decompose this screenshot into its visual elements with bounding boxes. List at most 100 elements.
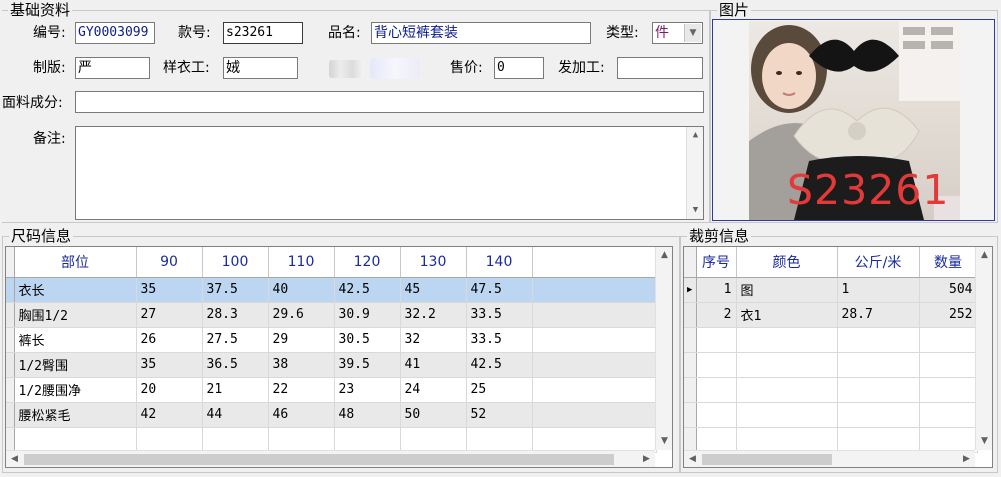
table-cell[interactable]: 46 [268, 402, 335, 428]
table-cell[interactable]: 48 [334, 402, 401, 428]
table-cell-empty[interactable] [696, 327, 737, 353]
table-row[interactable]: 1/2臀围 35 36.5 38 39.5 41 42.5 [6, 352, 657, 378]
table-cell-empty[interactable] [202, 427, 269, 453]
table-cell[interactable]: 32.2 [400, 302, 467, 328]
table-cell[interactable]: 1/2臀围 [14, 352, 137, 378]
table-row[interactable]: 裤长 26 27.5 29 30.5 32 33.5 [6, 327, 657, 353]
table-row[interactable]: 1/2腰围净 20 21 22 23 24 25 [6, 377, 657, 403]
table-cell-empty[interactable] [736, 377, 838, 403]
table-cell[interactable]: 28.7 [837, 302, 920, 328]
table-cell[interactable]: 20 [136, 377, 203, 403]
scroll-right-icon[interactable]: ▶ [958, 451, 975, 467]
cut-col-weight[interactable]: 公斤/米 [837, 247, 920, 278]
table-cell[interactable]: 24 [400, 377, 467, 403]
table-row[interactable]: 2 衣1 28.7 252 [684, 302, 978, 328]
table-cell-empty[interactable] [532, 352, 657, 378]
table-cell-empty[interactable] [532, 277, 657, 303]
table-row[interactable]: 衣长 35 37.5 40 42.5 45 47.5 [6, 277, 657, 303]
table-row-empty[interactable] [684, 377, 978, 403]
table-cell[interactable]: 28.3 [202, 302, 269, 328]
fabric-field[interactable] [75, 91, 704, 113]
table-cell-empty[interactable] [736, 352, 838, 378]
table-cell-empty[interactable] [736, 327, 838, 353]
table-cell[interactable]: 42.5 [334, 277, 401, 303]
redacted-field[interactable] [370, 58, 420, 79]
table-cell[interactable]: 21 [202, 377, 269, 403]
table-cell-empty[interactable] [696, 402, 737, 428]
cut-grid-vscroll[interactable]: ▲ ▼ [975, 247, 992, 450]
size-col-130[interactable]: 130 [400, 247, 467, 278]
table-cell[interactable]: 26 [136, 327, 203, 353]
table-cell-empty[interactable] [532, 327, 657, 353]
cut-col-color[interactable]: 颜色 [736, 247, 838, 278]
table-cell-empty[interactable] [919, 327, 978, 353]
style-no-field[interactable]: s23261 [223, 22, 303, 44]
table-cell-empty[interactable] [14, 427, 137, 453]
table-cell[interactable]: 36.5 [202, 352, 269, 378]
table-cell-empty[interactable] [837, 377, 920, 403]
picture-frame[interactable]: S23261 [712, 19, 995, 221]
hscroll-thumb[interactable] [24, 454, 614, 465]
table-cell-empty[interactable] [532, 402, 657, 428]
table-cell-empty[interactable] [466, 427, 533, 453]
size-col-110[interactable]: 110 [268, 247, 335, 278]
pattern-field[interactable]: 严 [75, 57, 150, 79]
scroll-down-icon[interactable]: ▼ [656, 433, 672, 450]
remark-textarea[interactable]: ▲ ▼ [75, 126, 704, 220]
table-cell-empty[interactable] [532, 377, 657, 403]
table-cell-empty[interactable] [837, 402, 920, 428]
table-cell-empty[interactable] [736, 427, 838, 453]
hscroll-thumb[interactable] [702, 454, 832, 465]
table-row-empty[interactable] [684, 402, 978, 428]
table-cell[interactable]: 1/2腰围净 [14, 377, 137, 403]
table-cell[interactable]: 42 [136, 402, 203, 428]
table-cell-empty[interactable] [696, 427, 737, 453]
table-cell-empty[interactable] [334, 427, 401, 453]
table-cell[interactable]: 252 [919, 302, 978, 328]
size-grid[interactable]: 部位 90 100 110 120 130 140 衣长 35 37.5 40 … [5, 246, 673, 468]
cut-grid[interactable]: 序号 颜色 公斤/米 数量 ▶ 1 图 1 504 2 衣1 28.7 252 [683, 246, 993, 468]
scroll-up-icon[interactable]: ▲ [656, 247, 672, 264]
table-cell[interactable]: 1 [837, 277, 920, 303]
table-cell[interactable]: 29 [268, 327, 335, 353]
scroll-up-icon[interactable]: ▲ [976, 247, 992, 264]
table-row-empty[interactable] [684, 352, 978, 378]
table-cell[interactable]: 33.5 [466, 302, 533, 328]
table-cell[interactable]: 35 [136, 277, 203, 303]
table-cell-empty[interactable] [696, 377, 737, 403]
table-cell[interactable]: 504 [919, 277, 978, 303]
table-cell-empty[interactable] [268, 427, 335, 453]
product-name-field[interactable]: 背心短裤套装 [371, 22, 591, 44]
table-cell[interactable]: 52 [466, 402, 533, 428]
scroll-up-icon[interactable]: ▲ [687, 127, 703, 144]
table-cell[interactable]: 27.5 [202, 327, 269, 353]
size-col-100[interactable]: 100 [202, 247, 269, 278]
scroll-left-icon[interactable]: ◀ [6, 451, 23, 467]
table-cell-empty[interactable] [532, 302, 657, 328]
table-cell[interactable]: 30.5 [334, 327, 401, 353]
table-cell[interactable]: 44 [202, 402, 269, 428]
table-cell-empty[interactable] [919, 402, 978, 428]
size-grid-vscroll[interactable]: ▲ ▼ [655, 247, 672, 450]
table-cell[interactable]: 42.5 [466, 352, 533, 378]
table-cell-empty[interactable] [400, 427, 467, 453]
table-cell[interactable]: 衣长 [13, 277, 137, 303]
table-cell[interactable]: 33.5 [466, 327, 533, 353]
table-cell-empty[interactable] [919, 352, 978, 378]
table-cell[interactable]: 27 [136, 302, 203, 328]
table-cell-empty[interactable] [837, 327, 920, 353]
chevron-down-icon[interactable]: ▼ [684, 24, 701, 42]
table-cell[interactable]: 50 [400, 402, 467, 428]
table-cell[interactable]: 腰松紧毛 [14, 402, 137, 428]
price-field[interactable]: 0 [494, 57, 544, 79]
table-cell[interactable]: 30.9 [334, 302, 401, 328]
cut-col-index[interactable]: 序号 [696, 247, 737, 278]
table-cell[interactable]: 35 [136, 352, 203, 378]
size-col-90[interactable]: 90 [136, 247, 203, 278]
scroll-right-icon[interactable]: ▶ [638, 451, 655, 467]
table-cell[interactable]: 40 [268, 277, 335, 303]
table-cell[interactable]: 32 [400, 327, 467, 353]
table-cell[interactable]: 衣1 [736, 302, 838, 328]
table-cell[interactable]: 47.5 [466, 277, 533, 303]
table-cell[interactable]: 37.5 [202, 277, 269, 303]
